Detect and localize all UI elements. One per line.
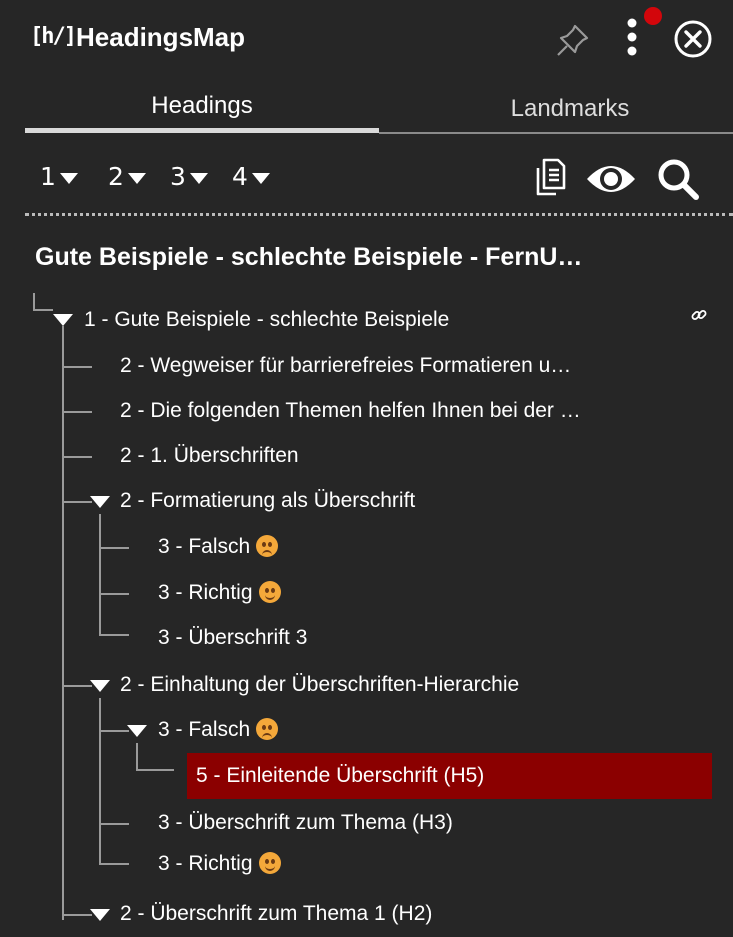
tree-item[interactable]: 3 - Falsch: [158, 713, 698, 747]
tree-item[interactable]: 3 - Richtig: [158, 847, 698, 881]
expand-triangle-icon[interactable]: [53, 314, 73, 326]
tree-item-selected[interactable]: 5 - Einleitende Überschrift (H5): [196, 759, 706, 793]
tree-connector: [62, 501, 92, 503]
tree-connector: [62, 411, 92, 413]
smiling-face-icon: [258, 581, 281, 603]
tree-connector: [99, 634, 129, 636]
tree-connector: [99, 514, 101, 635]
tree-item[interactable]: 2 - 1. Überschriften: [120, 439, 710, 473]
tree-item[interactable]: 2 - Einhaltung der Überschriften-Hierarc…: [120, 668, 710, 702]
tree-connector: [62, 914, 92, 916]
tree-connector: [99, 547, 129, 549]
tree-item[interactable]: 1 - Gute Beispiele - schlechte Beispiele: [84, 303, 684, 337]
tree-connector: [62, 326, 64, 920]
tree-item[interactable]: 2 - Wegweiser für barrierefreies Formati…: [120, 349, 710, 383]
tree-connector: [99, 863, 129, 865]
tree-connector: [136, 743, 138, 770]
tree-connector: [99, 730, 129, 732]
tree-connector: [99, 698, 101, 864]
expand-triangle-icon[interactable]: [90, 496, 110, 508]
tree-item[interactable]: 3 - Überschrift 3: [158, 621, 698, 655]
smiling-face-icon: [258, 852, 281, 874]
tree-connector: [33, 293, 35, 310]
tree-item[interactable]: 3 - Richtig: [158, 576, 698, 610]
tree-connector: [62, 456, 92, 458]
expand-triangle-icon[interactable]: [90, 680, 110, 692]
tree-item[interactable]: 2 - Formatierung als Überschrift: [120, 484, 710, 518]
tree-item[interactable]: 3 - Überschrift zum Thema (H3): [158, 806, 698, 840]
tree-connector: [62, 366, 92, 368]
expand-triangle-icon[interactable]: [90, 909, 110, 921]
tree-item[interactable]: 3 - Falsch: [158, 530, 698, 564]
tree-connector: [99, 823, 129, 825]
headings-tree: 1 - Gute Beispiele - schlechte Beispiele…: [0, 0, 733, 937]
tree-connector: [33, 309, 53, 311]
sad-face-icon: [256, 535, 279, 557]
tree-connector: [62, 685, 92, 687]
link-icon[interactable]: [690, 306, 708, 329]
tree-item[interactable]: 2 - Die folgenden Themen helfen Ihnen be…: [120, 394, 710, 428]
tree-connector: [99, 593, 129, 595]
tree-item[interactable]: 2 - Überschrift zum Thema 1 (H2): [120, 897, 710, 931]
tree-connector: [136, 769, 174, 771]
expand-triangle-icon[interactable]: [127, 725, 147, 737]
sad-face-icon: [256, 718, 279, 740]
